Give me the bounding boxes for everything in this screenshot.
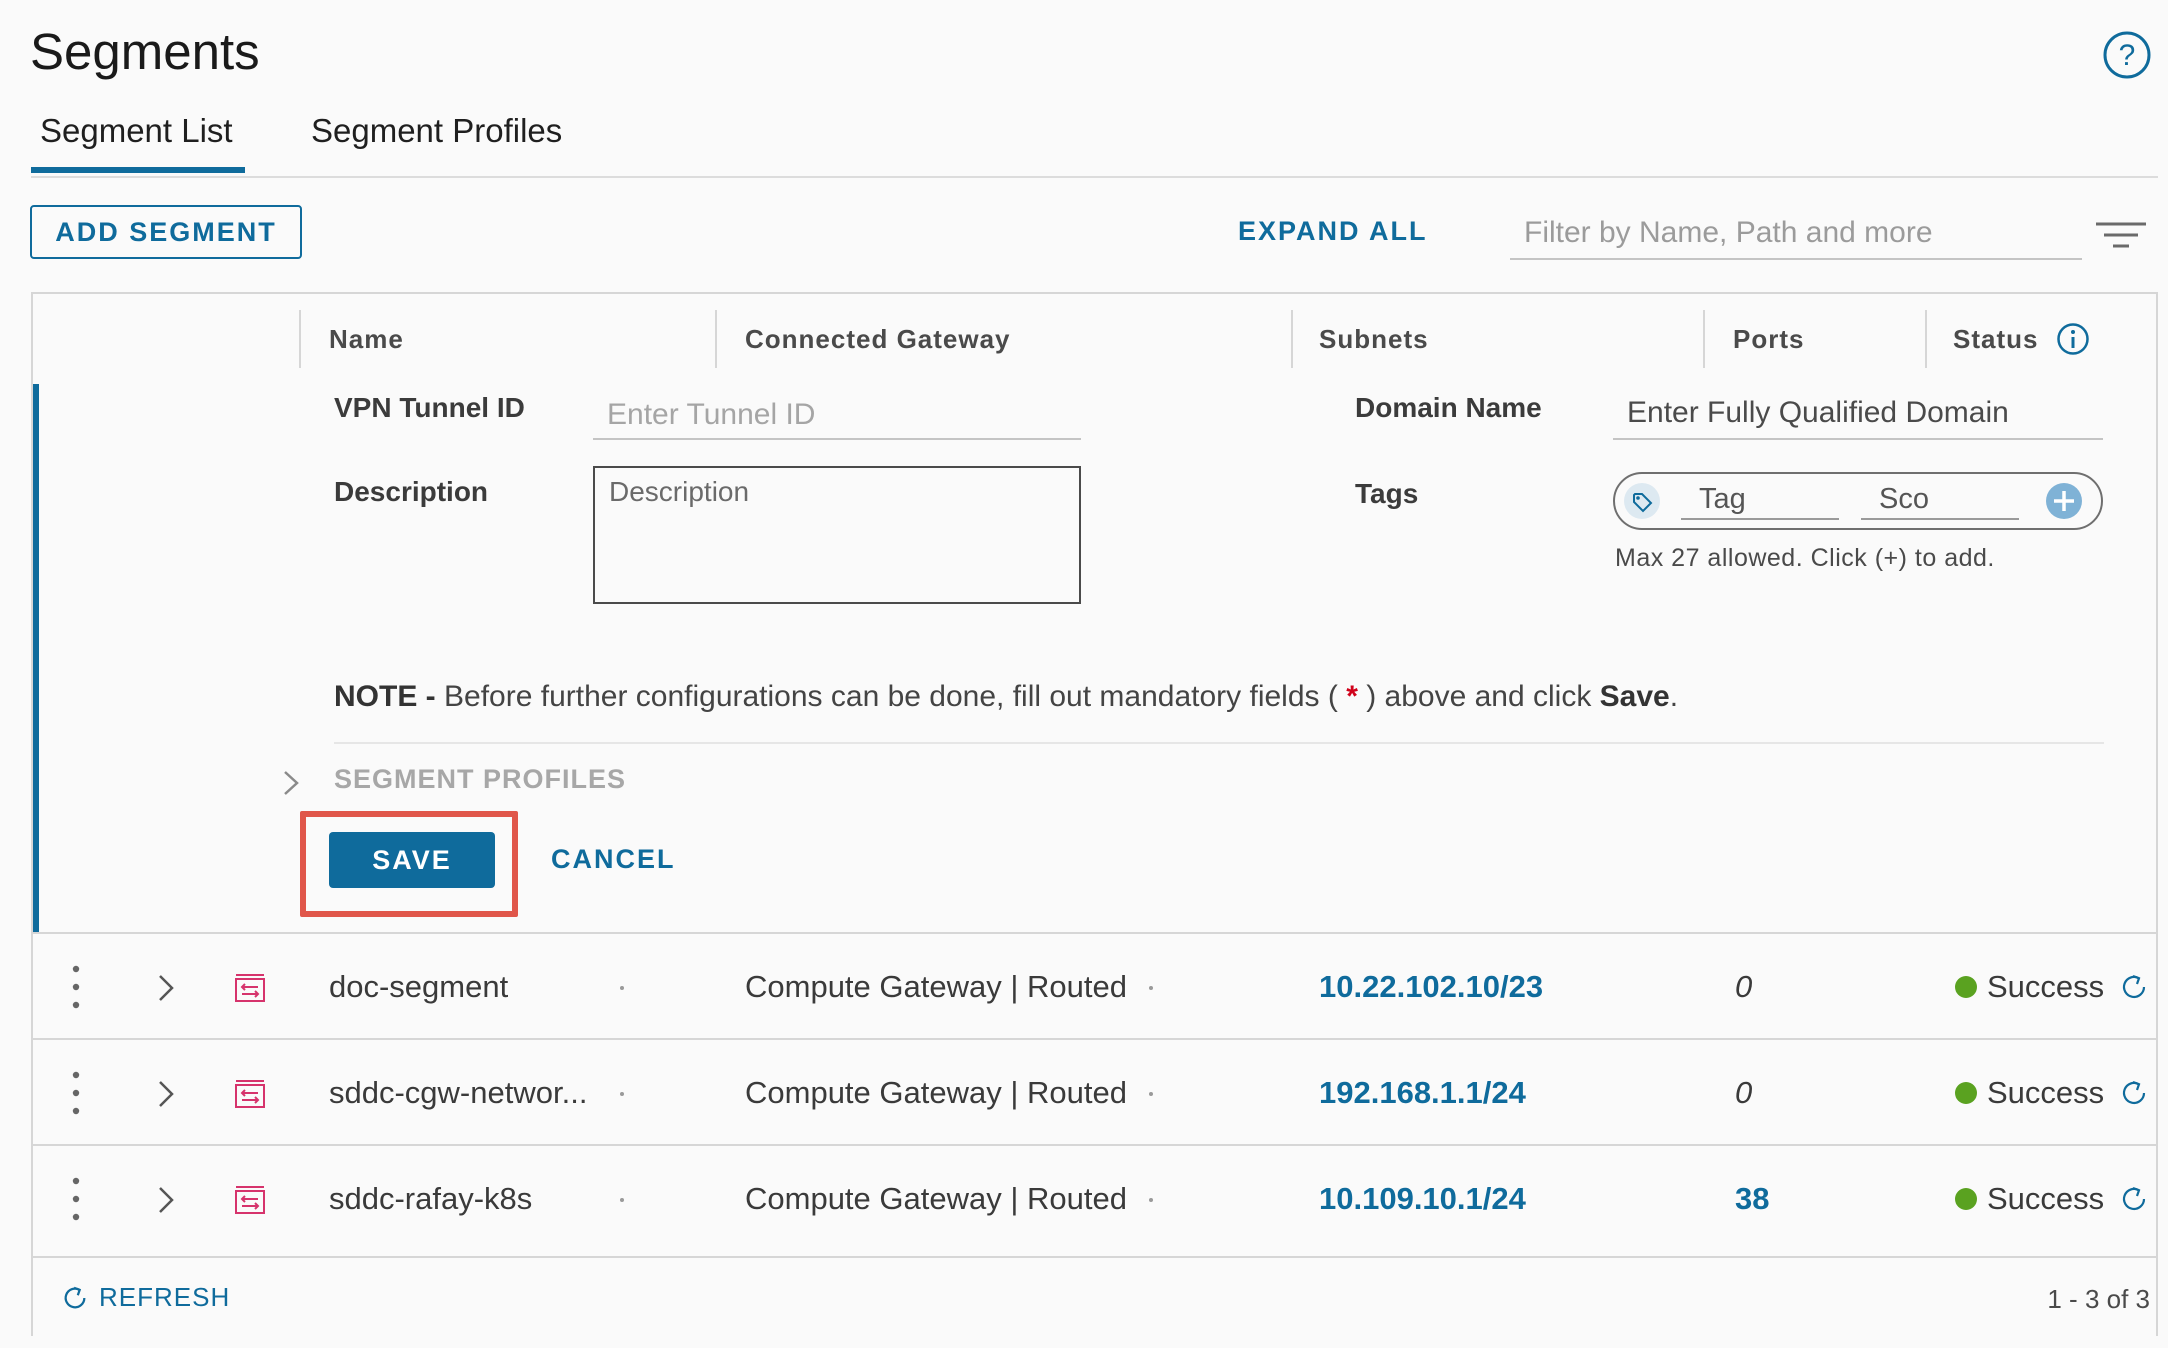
required-star: * [1346, 680, 1358, 713]
subnet-link[interactable]: 10.109.10.1/24 [1319, 1146, 1526, 1252]
segment-name[interactable]: sddc-cgw-networ... [329, 1040, 587, 1146]
segment-edit-panel: VPN Tunnel ID Domain Name Description Ta… [33, 384, 2156, 932]
cell-separator [1149, 986, 1153, 990]
note-prefix: NOTE - [334, 680, 436, 713]
expand-row-icon[interactable] [155, 972, 177, 1004]
tag-icon [1624, 483, 1660, 519]
expand-row-icon[interactable] [155, 1078, 177, 1110]
cell-separator [620, 1092, 624, 1096]
note-text: Before further configurations can be don… [435, 680, 1347, 713]
domain-name-label: Domain Name [1355, 392, 1542, 423]
row-actions-icon[interactable] [71, 964, 81, 1010]
column-separator [1925, 310, 1927, 368]
domain-name-input[interactable] [1613, 388, 2103, 440]
tab-segment-list[interactable]: Segment List [40, 112, 233, 150]
refresh-label: REFRESH [99, 1282, 231, 1312]
cancel-button[interactable]: CANCEL [551, 844, 676, 875]
segment-icon [235, 1186, 265, 1214]
expand-row-icon[interactable] [155, 1184, 177, 1216]
refresh-status-icon[interactable] [2119, 972, 2149, 1002]
status-label: Success [1987, 1075, 2105, 1110]
segment-icon [235, 974, 265, 1002]
subnet-link[interactable]: 192.168.1.1/24 [1319, 1040, 1526, 1146]
tabs-divider [31, 176, 2158, 178]
refresh-icon [64, 1286, 86, 1308]
vpn-tunnel-label: VPN Tunnel ID [334, 392, 525, 423]
description-textarea[interactable] [593, 466, 1081, 604]
segment-icon [235, 1080, 265, 1108]
description-label: Description [334, 476, 489, 507]
edit-indicator-bar [33, 384, 39, 932]
tags-input-group [1613, 472, 2103, 530]
subnet-link[interactable]: 10.22.102.10/23 [1319, 934, 1543, 1040]
status-success-icon [1955, 976, 1977, 998]
chevron-right-icon[interactable] [279, 768, 303, 798]
connected-gateway: Compute Gateway | Routed [745, 1181, 1127, 1216]
tab-segment-profiles[interactable]: Segment Profiles [311, 112, 562, 150]
refresh-status-icon[interactable] [2119, 1078, 2149, 1108]
row-actions-icon[interactable] [71, 1070, 81, 1116]
filter-icon[interactable] [2094, 220, 2148, 250]
grid-header: Name Connected Gateway Subnets Ports Sta… [33, 294, 2156, 386]
status-success-icon [1955, 1082, 1977, 1104]
page-title: Segments [30, 23, 260, 80]
save-button[interactable]: SAVE [329, 832, 495, 888]
active-tab-indicator [31, 167, 245, 173]
table-row[interactable]: sddc-rafay-k8s Compute Gateway | Routed … [33, 1144, 2156, 1252]
connected-gateway: Compute Gateway | Routed [745, 969, 1127, 1004]
help-icon[interactable]: ? [2102, 30, 2152, 80]
add-tag-icon[interactable] [2045, 482, 2083, 520]
cell-separator [1149, 1092, 1153, 1096]
column-header-gateway[interactable]: Connected Gateway [745, 294, 1011, 384]
ports-count: 0 [1735, 969, 1753, 1004]
grid-footer: REFRESH 1 - 3 of 3 [33, 1256, 2156, 1336]
column-header-ports[interactable]: Ports [1733, 294, 1804, 384]
status-label: Success [1987, 1181, 2105, 1216]
ports-count[interactable]: 38 [1735, 1146, 1769, 1252]
refresh-button[interactable]: REFRESH [61, 1282, 230, 1313]
filter-input[interactable] [1510, 208, 2082, 260]
tags-help-text: Max 27 allowed. Click (+) to add. [1615, 544, 1995, 572]
row-actions-icon[interactable] [71, 1176, 81, 1222]
status-badge: Success [1955, 1040, 2104, 1146]
svg-text:?: ? [2119, 39, 2136, 72]
connected-gateway: Compute Gateway | Routed [745, 1075, 1127, 1110]
status-badge: Success [1955, 934, 2104, 1040]
pagination-info: 1 - 3 of 3 [2047, 1284, 2150, 1314]
tags-label: Tags [1355, 478, 1419, 509]
segment-profiles-section[interactable]: SEGMENT PROFILES [334, 764, 626, 795]
expand-all-button[interactable]: EXPAND ALL [1238, 216, 1428, 247]
note-mid: ) above and click [1357, 680, 1600, 713]
refresh-status-icon[interactable] [2119, 1184, 2149, 1214]
note-save: Save [1599, 680, 1670, 713]
column-separator [715, 310, 717, 368]
info-icon[interactable] [2056, 322, 2090, 356]
status-badge: Success [1955, 1146, 2104, 1252]
column-header-status[interactable]: Status [1953, 294, 2090, 384]
tag-input[interactable] [1681, 480, 1839, 520]
column-header-name[interactable]: Name [329, 294, 404, 384]
column-separator [1703, 310, 1705, 368]
column-header-status-label: Status [1953, 323, 2039, 354]
table-row[interactable]: sddc-cgw-networ... Compute Gateway | Rou… [33, 1038, 2156, 1146]
segments-grid: Name Connected Gateway Subnets Ports Sta… [31, 292, 2158, 1336]
segment-name[interactable]: doc-segment [329, 934, 508, 1040]
column-header-subnets[interactable]: Subnets [1319, 294, 1429, 384]
table-row[interactable]: doc-segment Compute Gateway | Routed 10.… [33, 932, 2156, 1040]
note-end: . [1669, 680, 1679, 713]
vpn-tunnel-input[interactable] [593, 392, 1081, 440]
column-separator [1291, 310, 1293, 368]
status-label: Success [1987, 969, 2105, 1004]
mandatory-note: NOTE - Before further configurations can… [334, 680, 1678, 714]
section-divider [334, 742, 2104, 744]
scope-input[interactable] [1861, 480, 2019, 520]
segment-name[interactable]: sddc-rafay-k8s [329, 1146, 532, 1252]
cell-separator [620, 986, 624, 990]
add-segment-button[interactable]: ADD SEGMENT [30, 205, 302, 259]
ports-count: 0 [1735, 1075, 1753, 1110]
cell-separator [620, 1198, 624, 1202]
cell-separator [1149, 1198, 1153, 1202]
status-success-icon [1955, 1188, 1977, 1210]
column-separator [299, 310, 301, 368]
